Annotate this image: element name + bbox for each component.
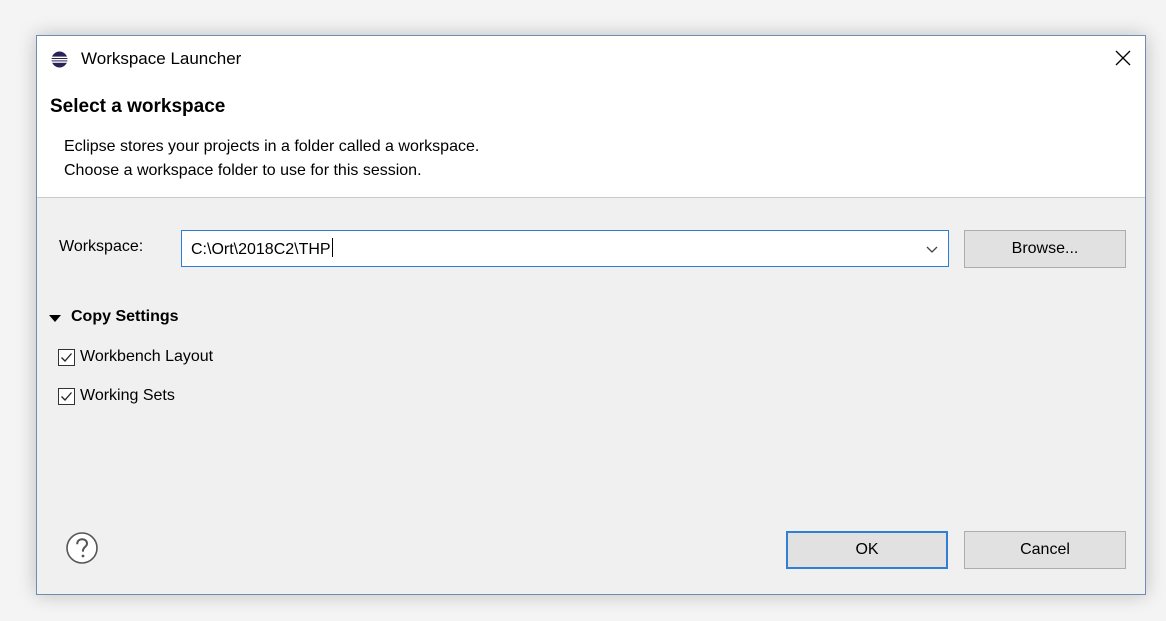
chevron-down-icon[interactable] [922, 240, 942, 258]
help-icon[interactable] [65, 531, 99, 565]
dialog-header: Select a workspace Eclipse stores your p… [37, 84, 1145, 198]
workspace-input[interactable]: C:\Ort\2018C2\THP [191, 238, 333, 259]
triangle-down-icon [49, 314, 61, 322]
close-button[interactable] [1103, 38, 1143, 78]
workspace-path-value: C:\Ort\2018C2\THP [191, 241, 331, 258]
copy-settings-toggle[interactable]: Copy Settings [49, 308, 179, 326]
workspace-launcher-dialog: Workspace Launcher Select a workspace Ec… [36, 35, 1146, 595]
close-icon [1115, 50, 1131, 66]
checkmark-icon [61, 391, 72, 401]
working-sets-label: Working Sets [80, 387, 175, 404]
workspace-combo[interactable]: C:\Ort\2018C2\THP [181, 230, 949, 267]
workbench-layout-checkbox[interactable] [58, 348, 75, 366]
description-line-2: Choose a workspace folder to use for thi… [64, 162, 422, 179]
cancel-button[interactable]: Cancel [964, 531, 1126, 569]
browse-button[interactable]: Browse... [964, 230, 1126, 268]
text-caret [331, 238, 333, 257]
workspace-label: Workspace: [59, 238, 144, 255]
copy-settings-label: Copy Settings [71, 308, 179, 325]
working-sets-checkbox[interactable] [58, 387, 75, 405]
header-description: Eclipse stores your projects in a folder… [64, 135, 479, 183]
working-sets-option[interactable]: Working Sets [58, 387, 175, 405]
workbench-layout-label: Workbench Layout [80, 348, 214, 365]
ok-button[interactable]: OK [786, 531, 948, 569]
header-title: Select a workspace [50, 96, 226, 117]
title-bar: Workspace Launcher [37, 36, 1145, 84]
window-title: Workspace Launcher [81, 49, 242, 68]
workbench-layout-option[interactable]: Workbench Layout [58, 348, 213, 366]
description-line-1: Eclipse stores your projects in a folder… [64, 138, 480, 155]
eclipse-icon [51, 51, 68, 68]
checkmark-icon [61, 352, 72, 362]
